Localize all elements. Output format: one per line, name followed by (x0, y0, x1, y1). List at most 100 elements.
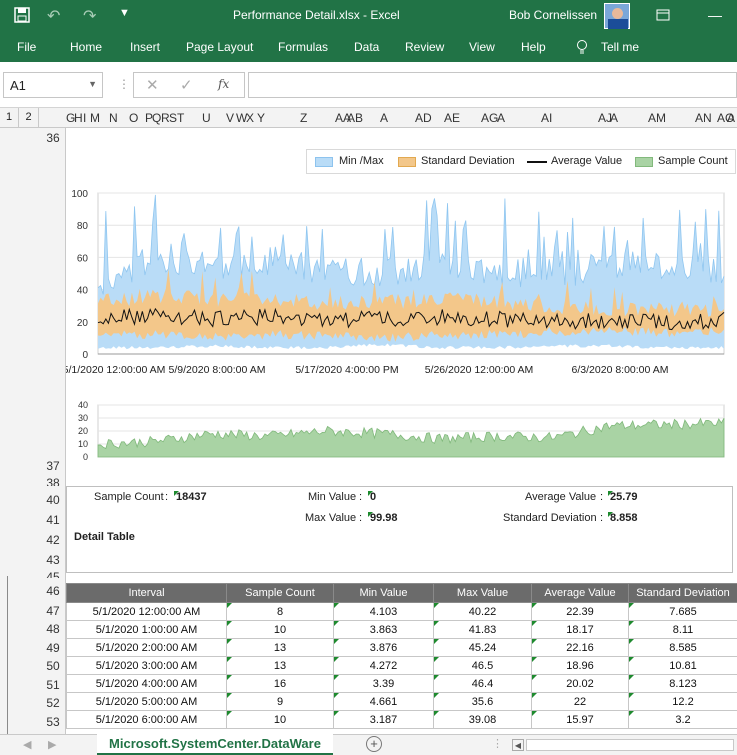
table-cell[interactable]: 4.103 (333, 602, 434, 621)
table-cell[interactable]: 5/1/2020 3:00:00 AM (66, 656, 227, 675)
row-number[interactable]: 49 (40, 641, 66, 655)
table-cell[interactable]: 10 (226, 710, 334, 729)
name-box-dropdown-icon[interactable]: ▼ (88, 79, 97, 89)
row-number[interactable]: 46 (40, 584, 66, 598)
table-cell[interactable]: 3.39 (333, 674, 434, 693)
next-sheet-icon[interactable]: ▶ (48, 738, 56, 751)
column-letter[interactable]: T (177, 111, 184, 125)
table-cell[interactable]: 8.11 (628, 620, 737, 639)
table-cell[interactable]: 3.876 (333, 638, 434, 657)
outline-level-1[interactable]: 1 (0, 108, 19, 127)
tab-insert[interactable]: Insert (130, 40, 160, 54)
table-cell[interactable]: 45.24 (433, 638, 532, 657)
table-cell[interactable]: 3.863 (333, 620, 434, 639)
column-letters[interactable]: G H I M N O P Q R S T U V W X Y Z AA AB A AD AE AG A AI AJ A AM AN AO… (66, 108, 737, 127)
table-cell[interactable]: 41.83 (433, 620, 532, 639)
table-cell[interactable]: 5/1/2020 6:00:00 AM (66, 710, 227, 729)
table-cell[interactable]: 15.97 (531, 710, 629, 729)
column-letter[interactable]: AM (648, 111, 666, 125)
column-letter[interactable]: N (109, 111, 118, 125)
table-cell[interactable]: 39.08 (433, 710, 532, 729)
column-letter[interactable]: AG (481, 111, 498, 125)
performance-chart[interactable]: 0 20 40 60 80 100 5/1/2020 12:00:00 AM 5/9/2020… (63, 128, 737, 478)
average-value[interactable]: 25.79 (610, 491, 638, 503)
undo-icon[interactable]: ↶ (47, 6, 60, 26)
row-number[interactable]: 47 (40, 604, 66, 618)
prev-sheet-icon[interactable]: ◀ (23, 738, 31, 751)
table-cell[interactable]: 3.2 (628, 710, 737, 729)
tab-page-layout[interactable]: Page Layout (186, 40, 253, 54)
ribbon-display-icon[interactable] (656, 8, 670, 22)
table-cell[interactable]: 4.272 (333, 656, 434, 675)
tab-home[interactable]: Home (70, 40, 102, 54)
table-cell[interactable]: 46.5 (433, 656, 532, 675)
table-cell[interactable]: 5/1/2020 4:00:00 AM (66, 674, 227, 693)
table-cell[interactable]: 18.17 (531, 620, 629, 639)
row-number[interactable]: 37 (40, 459, 66, 473)
row-number[interactable]: 41 (40, 513, 66, 527)
table-cell[interactable]: 7.685 (628, 602, 737, 621)
min-value[interactable]: 0 (370, 491, 376, 503)
table-cell[interactable]: 22.39 (531, 602, 629, 621)
column-header-cell[interactable]: Sample Count (226, 583, 334, 603)
row-number[interactable]: 40 (40, 493, 66, 507)
table-cell[interactable]: 8.585 (628, 638, 737, 657)
table-cell[interactable]: 13 (226, 638, 334, 657)
column-letter[interactable]: Y (257, 111, 265, 125)
max-value[interactable]: 99.98 (370, 512, 398, 524)
column-letter[interactable]: H (74, 111, 83, 125)
row-number[interactable]: 51 (40, 678, 66, 692)
column-header-cell[interactable]: Min Value (333, 583, 434, 603)
tell-me-search[interactable]: Tell me (601, 40, 639, 54)
save-icon[interactable] (14, 7, 30, 23)
tab-review[interactable]: Review (405, 40, 444, 54)
table-cell[interactable]: 13 (226, 656, 334, 675)
tab-view[interactable]: View (469, 40, 495, 54)
row-number[interactable]: 38 (40, 476, 66, 486)
column-letter[interactable]: AD (415, 111, 432, 125)
scroll-left-icon[interactable]: ◀ (512, 739, 524, 751)
table-cell[interactable]: 10.81 (628, 656, 737, 675)
sample-count-value[interactable]: 18437 (176, 491, 207, 503)
row-number[interactable]: 48 (40, 622, 66, 636)
user-name[interactable]: Bob Cornelissen (509, 8, 597, 22)
table-cell[interactable]: 10 (226, 620, 334, 639)
row-number[interactable]: 50 (40, 659, 66, 673)
column-letter[interactable]: V (226, 111, 234, 125)
tab-data[interactable]: Data (354, 40, 379, 54)
horizontal-scrollbar[interactable] (526, 739, 734, 751)
column-letter[interactable]: AE (444, 111, 460, 125)
column-letter[interactable]: I (83, 111, 86, 125)
table-cell[interactable]: 8.123 (628, 674, 737, 693)
table-cell[interactable]: 18.96 (531, 656, 629, 675)
table-cell[interactable]: 8 (226, 602, 334, 621)
outline-level-2[interactable]: 2 (19, 108, 39, 127)
insert-function-icon[interactable]: fx (218, 77, 229, 91)
table-cell[interactable]: 16 (226, 674, 334, 693)
table-cell[interactable]: 35.6 (433, 692, 532, 711)
column-letter[interactable]: X (246, 111, 254, 125)
enter-icon[interactable]: ✓ (180, 76, 193, 94)
table-cell[interactable]: 40.22 (433, 602, 532, 621)
add-sheet-icon[interactable]: + (366, 736, 382, 752)
column-letter[interactable]: O (129, 111, 138, 125)
row-number[interactable]: 45 (40, 570, 66, 578)
row-number[interactable]: 42 (40, 533, 66, 547)
column-letter[interactable]: S (169, 111, 177, 125)
column-letter[interactable]: Q (152, 111, 161, 125)
table-cell[interactable]: 5/1/2020 5:00:00 AM (66, 692, 227, 711)
table-cell[interactable]: 20.02 (531, 674, 629, 693)
column-letter[interactable]: Z (300, 111, 307, 125)
column-letter[interactable]: AB (347, 111, 363, 125)
cancel-icon[interactable]: ✕ (146, 76, 159, 94)
name-box[interactable]: A1 ▼ (3, 72, 103, 98)
table-cell[interactable]: 22.16 (531, 638, 629, 657)
column-header-cell[interactable]: Standard Deviation (628, 583, 737, 603)
column-letter[interactable]: A (380, 111, 388, 125)
table-cell[interactable]: 12.2 (628, 692, 737, 711)
column-letter[interactable]: M (90, 111, 100, 125)
table-cell[interactable]: 9 (226, 692, 334, 711)
redo-icon[interactable]: ↷ (83, 6, 96, 26)
table-cell[interactable]: 4.661 (333, 692, 434, 711)
table-cell[interactable]: 3.187 (333, 710, 434, 729)
